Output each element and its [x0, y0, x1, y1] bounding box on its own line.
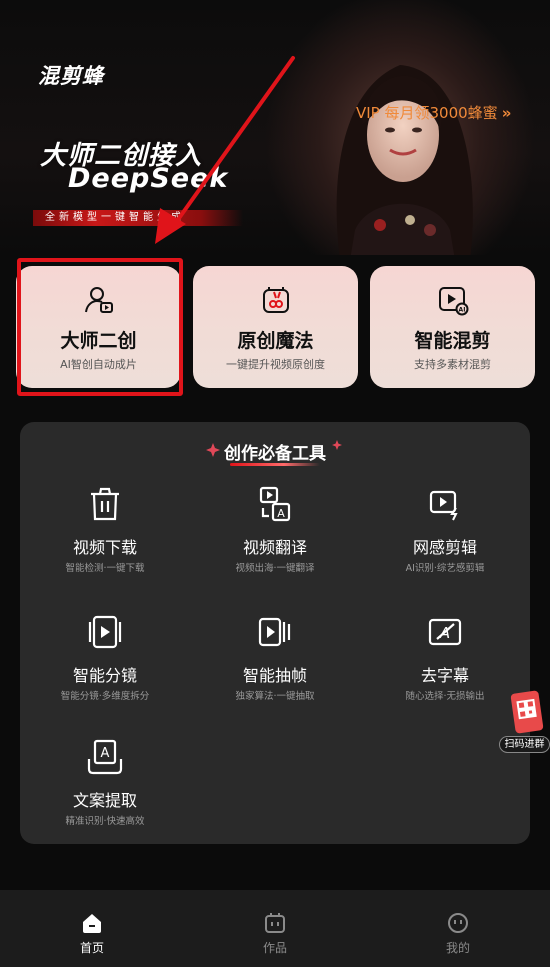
annotation-highlight-box — [17, 258, 183, 396]
ai-video-icon: AI — [438, 287, 468, 316]
trash-download-icon — [91, 487, 119, 521]
feature-subtitle: 一键提升视频原创度 — [226, 358, 325, 371]
tool-video-download[interactable]: 视频下载 智能检测·一键下载 — [20, 484, 190, 594]
tool-desc: 视频出海·一键翻译 — [235, 563, 315, 574]
feature-subtitle: 支持多素材混剪 — [414, 358, 491, 371]
nav-item-mine[interactable]: 我的 — [418, 890, 498, 967]
nav-item-works[interactable]: 作品 — [235, 890, 315, 967]
tool-name: 智能抽帧 — [242, 666, 307, 685]
portrait-image — [336, 65, 473, 255]
flash-video-icon — [429, 490, 458, 521]
tool-name: 去字幕 — [420, 666, 469, 685]
tool-name: 视频翻译 — [242, 538, 307, 557]
tool-text-extract[interactable]: A 文案提取 精准识别·快速高效 — [20, 737, 190, 847]
tool-desc: 智能检测·一键下载 — [65, 563, 145, 574]
tool-desc: AI识别·综艺感剪辑 — [405, 563, 485, 574]
profile-icon — [448, 913, 468, 933]
banner-tagline: 全新模型一键智能生成 — [33, 210, 243, 226]
tools-title-text: 创作必备工具 — [224, 444, 326, 464]
app-logo: 混剪蜂 — [38, 64, 104, 88]
tool-name: 智能分镜 — [72, 666, 137, 685]
tool-desc: 智能分镜·多维度拆分 — [60, 691, 150, 702]
tools-panel: 创作必备工具 视频下载 智能检测·一键下载 A 视频翻译 视频出海·一键翻译 网… — [20, 422, 530, 844]
nav-label: 我的 — [445, 941, 470, 955]
tool-video-translate[interactable]: A 视频翻译 视频出海·一键翻译 — [190, 484, 360, 594]
nav-label: 首页 — [79, 941, 104, 955]
tool-name: 网感剪辑 — [412, 538, 477, 557]
magic-rabbit-icon — [262, 287, 289, 313]
join-group-label: 扫码进群 — [499, 736, 550, 753]
works-icon — [265, 913, 285, 933]
svg-text:AI: AI — [458, 307, 465, 314]
tool-desc: 精准识别·快速高效 — [65, 816, 145, 827]
vip-promo-text: VIP 每月领3000蜂蜜 — [356, 104, 498, 122]
storyboard-icon — [88, 615, 122, 649]
frame-extract-icon — [258, 617, 291, 647]
text-extract-icon: A — [87, 739, 123, 775]
nav-label: 作品 — [262, 941, 287, 955]
remove-subtitle-icon: A — [428, 618, 462, 646]
home-icon — [83, 914, 101, 933]
feature-card-original-magic[interactable]: 原创魔法 一键提升视频原创度 — [193, 266, 358, 388]
hero-banner[interactable]: 混剪蜂 VIP 每月领3000蜂蜜 » 大师二创接入 DeepSeek 全新模型… — [0, 0, 550, 255]
feature-card-smart-mix[interactable]: AI 智能混剪 支持多素材混剪 — [370, 266, 535, 388]
double-chevron-right-icon: » — [501, 103, 512, 122]
feature-title: 原创魔法 — [237, 330, 314, 352]
tools-section-title: 创作必备工具 — [20, 439, 530, 466]
join-group-button[interactable]: 扫码进群 — [497, 690, 550, 758]
tool-smart-frame[interactable]: 智能抽帧 独家算法·一键抽取 — [190, 612, 360, 722]
tool-name: 文案提取 — [72, 791, 137, 810]
tool-smart-storyboard[interactable]: 智能分镜 智能分镜·多维度拆分 — [20, 612, 190, 722]
title-underline — [230, 463, 320, 466]
nav-item-home[interactable]: 首页 — [52, 890, 132, 967]
feature-title: 智能混剪 — [414, 330, 491, 352]
vip-promo-link[interactable]: VIP 每月领3000蜂蜜 » — [356, 102, 512, 123]
tool-desc: 独家算法·一键抽取 — [235, 691, 315, 702]
translate-icon: A — [259, 486, 291, 522]
bottom-nav: 首页 作品 我的 — [0, 890, 550, 967]
qr-code-icon — [510, 690, 544, 734]
svg-text:A: A — [277, 507, 285, 520]
tool-name: 视频下载 — [72, 538, 137, 557]
svg-text:A: A — [101, 746, 110, 761]
banner-headline-en: DeepSeek — [68, 163, 229, 194]
tool-trendy-edit[interactable]: 网感剪辑 AI识别·综艺感剪辑 — [360, 484, 530, 594]
